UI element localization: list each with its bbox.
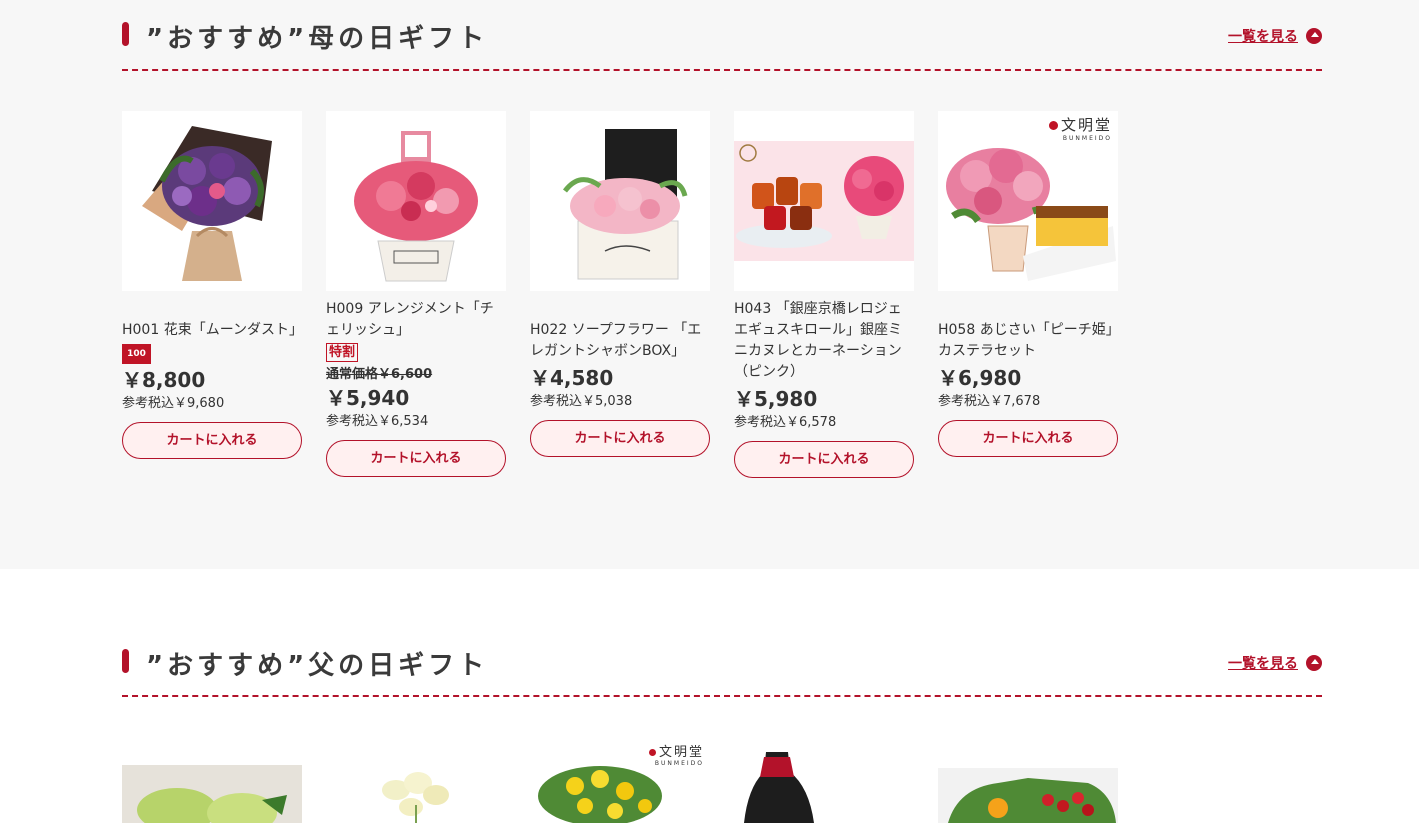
product-image[interactable] [122,765,302,823]
product-image[interactable]: 文明堂 BUNMEIDO [530,741,710,823]
view-all-link[interactable]: 一覧を見る [1228,26,1322,46]
add-to-cart-button[interactable]: カートに入れる [122,422,302,459]
product-image[interactable] [326,765,506,823]
product-image[interactable] [326,111,506,291]
product-image[interactable] [734,111,914,291]
product-tax-price: 参考税込￥5,038 [530,394,633,409]
header-accent-bar [122,22,129,46]
arrow-up-circle-icon [1306,655,1322,671]
product-price: ￥6,980 [938,366,1022,390]
product-tax-price: 参考税込￥6,578 [734,415,837,430]
badge-100-icon: 100 [122,344,151,364]
product-price: ￥5,940 [326,386,410,410]
view-all-label: 一覧を見る [1228,29,1298,45]
product-price: ￥8,800 [122,368,206,392]
product-name[interactable]: H009 アレンジメント「チェリッシュ」 [326,299,506,341]
product-card: H001 花束「ムーンダスト」 100 ￥8,800 参考税込￥9,680 カー… [122,111,303,459]
product-name[interactable]: H058 あじさい「ピーチ姫」カステラセット [938,320,1118,362]
product-name[interactable]: H043 「銀座京橋レロジェエギュスキロール」銀座ミニカヌレとカーネーション（ピ… [734,299,914,383]
product-image[interactable] [122,111,302,291]
logo-mark-icon [648,749,656,756]
logo-mark-icon [1048,121,1058,130]
product-tax-price: 参考税込￥7,678 [938,394,1041,409]
add-to-cart-button[interactable]: カートに入れる [326,440,506,477]
product-price: ￥4,580 [530,366,614,390]
product-card: 文明堂 BUNMEIDO H058 あじさい「ピーチ姫」カステラセット ￥6,9… [938,111,1118,457]
bunmeido-logo: 文明堂 BUNMEIDO [648,741,704,767]
special-discount-badge: 特割 [326,343,359,362]
original-price: 通常価格￥6,600 [326,367,433,382]
product-name[interactable]: H022 ソープフラワー 「エレガントシャボンBOX」 [530,320,710,362]
mothers-day-section: ”おすすめ”母の日ギフト 一覧を見る H001 花束「ムーンダスト」 100 ￥… [0,0,1419,569]
view-all-link[interactable]: 一覧を見る [1228,653,1322,673]
product-tax-price: 参考税込￥6,534 [326,414,429,429]
product-image[interactable] [734,752,914,823]
product-name[interactable]: H001 花束「ムーンダスト」 [122,320,303,341]
product-tax-price: 参考税込￥9,680 [122,396,225,411]
product-image[interactable] [530,111,710,291]
section-header: ”おすすめ”母の日ギフト 一覧を見る [122,0,1322,71]
product-image[interactable] [938,768,1118,823]
section-title: ”おすすめ”父の日ギフト [146,651,489,681]
add-to-cart-button[interactable]: カートに入れる [530,420,710,457]
product-image[interactable]: 文明堂 BUNMEIDO [938,111,1118,291]
header-accent-bar [122,649,129,673]
product-card: H043 「銀座京橋レロジェエギュスキロール」銀座ミニカヌレとカーネーション（ピ… [734,111,914,478]
bunmeido-logo: 文明堂 BUNMEIDO [1048,114,1112,142]
arrow-up-circle-icon [1306,28,1322,44]
product-card: H022 ソープフラワー 「エレガントシャボンBOX」 ￥4,580 参考税込￥… [530,111,710,457]
section-header: ”おすすめ”父の日ギフト 一覧を見る [122,627,1322,697]
add-to-cart-button[interactable]: カートに入れる [938,420,1118,457]
view-all-label: 一覧を見る [1228,656,1298,672]
product-price: ￥5,980 [734,387,818,411]
product-card: H009 アレンジメント「チェリッシュ」 特割 通常価格￥6,600 ￥5,94… [326,111,506,477]
section-title: ”おすすめ”母の日ギフト [146,24,489,54]
add-to-cart-button[interactable]: カートに入れる [734,441,914,478]
